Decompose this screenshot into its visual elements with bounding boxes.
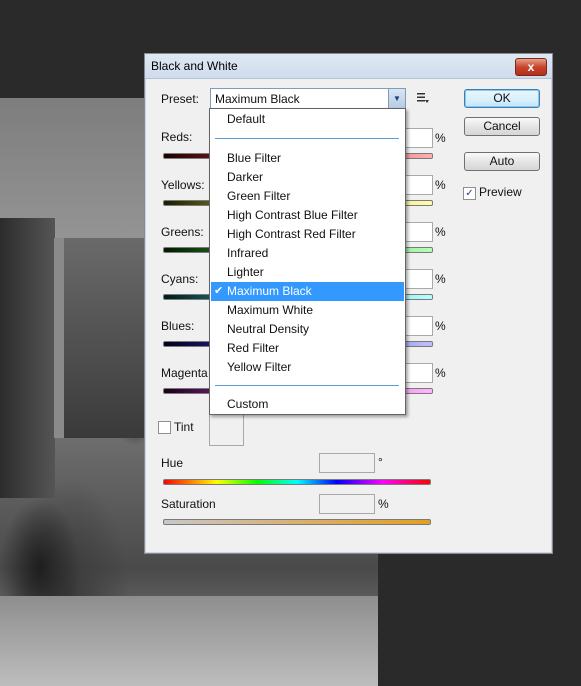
greens-label: Greens:	[161, 225, 204, 239]
hue-slider[interactable]	[163, 479, 431, 485]
preset-option-custom[interactable]: Custom	[211, 395, 404, 414]
preset-select[interactable]: Maximum Black ▼	[210, 88, 406, 110]
preset-option[interactable]: Green Filter	[211, 187, 404, 206]
hue-input[interactable]	[319, 453, 375, 473]
hue-label: Hue	[161, 456, 184, 470]
dialog-titlebar[interactable]: Black and White x	[145, 54, 552, 79]
yellows-label: Yellows:	[161, 178, 205, 192]
dropdown-separator	[215, 138, 399, 139]
preset-option[interactable]: Yellow Filter	[211, 358, 404, 377]
tint-color-swatch[interactable]	[209, 414, 244, 446]
greens-unit: %	[435, 225, 446, 239]
preset-option-default[interactable]: Default	[211, 110, 404, 129]
magentas-label: Magenta	[161, 366, 208, 380]
cyans-unit: %	[435, 272, 446, 286]
checkmark-icon: ✔	[214, 285, 224, 297]
reds-label: Reds:	[161, 130, 193, 144]
blues-label: Blues:	[161, 319, 195, 333]
saturation-slider[interactable]	[163, 519, 431, 525]
cyans-label: Cyans:	[161, 272, 199, 286]
preview-label: Preview	[479, 185, 522, 199]
preset-value: Maximum Black	[215, 92, 300, 106]
saturation-label: Saturation	[161, 497, 216, 511]
photo-wall-shadow	[0, 218, 55, 498]
preset-option[interactable]: Blue Filter	[211, 149, 404, 168]
auto-button[interactable]: Auto	[464, 152, 540, 171]
preset-option[interactable]: Darker	[211, 168, 404, 187]
preset-option-selected[interactable]: ✔ Maximum Black	[211, 282, 404, 301]
preset-dropdown-list: Default Blue Filter Darker Green Filter …	[209, 108, 406, 415]
saturation-unit: %	[378, 497, 389, 511]
tint-label: Tint	[174, 420, 194, 434]
close-button[interactable]: x	[515, 58, 547, 76]
yellows-unit: %	[435, 178, 446, 192]
blues-unit: %	[435, 319, 446, 333]
preset-option[interactable]: Infrared	[211, 244, 404, 263]
dropdown-separator	[215, 385, 399, 386]
hue-unit: °	[378, 455, 383, 469]
preset-option-label: Maximum Black	[227, 284, 312, 298]
preset-option[interactable]: Maximum White	[211, 301, 404, 320]
reds-unit: %	[435, 131, 446, 145]
photo-ground	[0, 596, 378, 686]
preset-option[interactable]: High Contrast Red Filter	[211, 225, 404, 244]
preset-option[interactable]: Lighter	[211, 263, 404, 282]
tint-checkbox[interactable]	[158, 421, 171, 434]
preview-checkbox[interactable]: ✓	[463, 187, 476, 200]
cancel-button[interactable]: Cancel	[464, 117, 540, 136]
photo-doorway	[54, 238, 154, 438]
preset-label: Preset:	[161, 92, 200, 106]
preset-option[interactable]: Red Filter	[211, 339, 404, 358]
preset-option[interactable]: High Contrast Blue Filter	[211, 206, 404, 225]
ok-button[interactable]: OK	[464, 89, 540, 108]
magentas-unit: %	[435, 366, 446, 380]
preset-options-icon[interactable]	[416, 91, 430, 105]
saturation-input[interactable]	[319, 494, 375, 514]
dialog-title: Black and White	[151, 59, 238, 73]
preset-option[interactable]: Neutral Density	[211, 320, 404, 339]
chevron-down-icon[interactable]: ▼	[388, 89, 405, 109]
